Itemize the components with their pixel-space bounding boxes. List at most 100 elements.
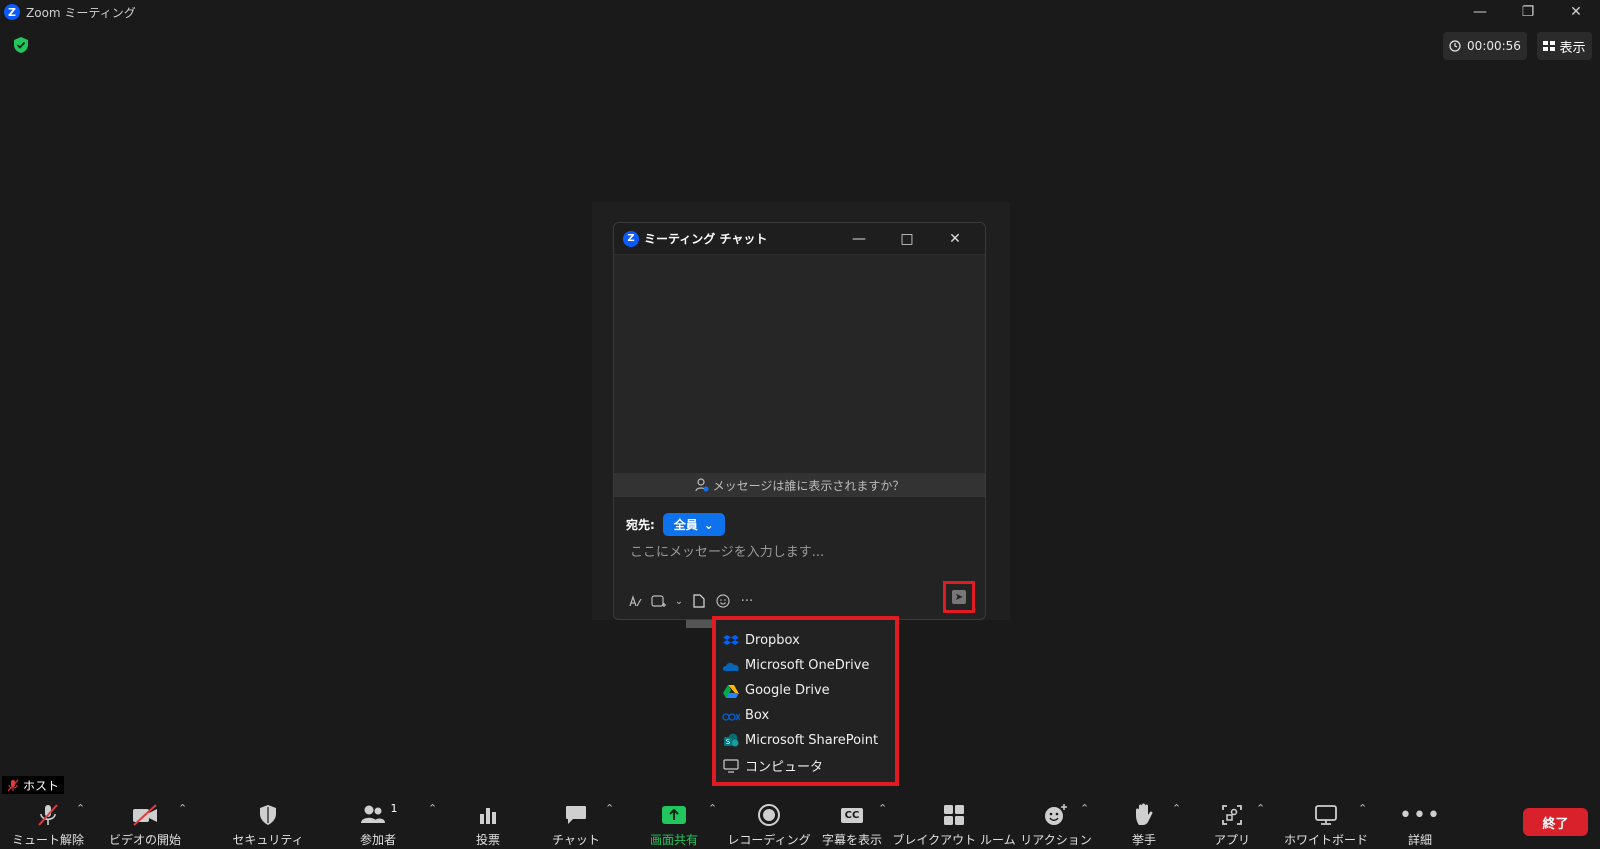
chat-close-button[interactable]: ✕ [931,223,979,255]
file-menu-item-box[interactable]: Box [722,703,889,728]
recipient-dropdown[interactable]: 全員 ⌄ [662,513,725,536]
end-meeting-button[interactable]: 終了 [1523,808,1588,836]
unmute-label: ミュート解除 [11,833,84,847]
apps-label: アプリ [1213,833,1250,847]
share-screen-button[interactable]: 画面共有 [640,796,708,849]
share-screen-icon [661,802,687,828]
send-icon: ➤ [952,590,966,604]
screenshot-icon[interactable] [650,592,668,610]
raise-hand-label: 挙手 [1131,833,1156,847]
zoom-logo-icon: Z [623,230,639,247]
meeting-toolbar: ミュート解除 ⌃ ビデオの開始 ⌃ セキュリティ 1 参加者 ⌃ 投票 チャット… [0,796,1600,849]
svg-text:S: S [726,738,731,746]
breakout-rooms-button[interactable]: ブレイクアウト ルーム [892,796,1016,849]
whiteboard-icon [1314,802,1338,828]
clock-icon [1449,40,1461,52]
encryption-shield-icon[interactable] [12,36,30,54]
participants-options-chevron-icon[interactable]: ⌃ [428,802,437,815]
file-menu-item-google-drive[interactable]: Google Drive [722,678,889,703]
closed-caption-icon: CC [840,802,864,828]
chat-window-controls: — □ ✕ [835,223,979,255]
breakout-grid-icon [943,802,965,828]
breakout-rooms-label: ブレイクアウト ルーム [892,833,1016,847]
recipient-value: 全員 [673,518,698,532]
view-button[interactable]: 表示 [1537,32,1592,60]
record-icon [757,802,781,828]
captions-label: 字幕を表示 [821,833,882,847]
compose-area: 宛先: 全員 ⌄ ⌄ ··· ➤ [614,497,985,619]
hand-icon [1134,802,1154,828]
chat-minimize-button[interactable]: — [835,223,883,255]
whiteboard-label: ホワイトボード [1283,833,1368,847]
reactions-label: リアクション [1020,833,1092,847]
whiteboard-button[interactable]: ホワイトボード [1282,796,1370,849]
compose-tools: ⌄ ··· [626,592,756,610]
record-label: レコーディング [727,833,811,847]
sharepoint-icon: S [722,733,740,748]
participants-button[interactable]: 1 参加者 [344,796,412,849]
record-button[interactable]: レコーディング [727,796,811,849]
file-menu-item-label: Google Drive [745,683,830,698]
recipient-label: 宛先: [626,518,655,532]
more-button[interactable]: ••• 詳細 [1392,796,1448,849]
audio-options-chevron-icon[interactable]: ⌃ [76,802,85,815]
participants-icon: 1 [359,802,398,828]
muted-mic-icon [7,779,19,791]
file-menu-item-computer[interactable]: コンピュータ [722,753,889,778]
security-button[interactable]: セキュリティ [232,796,304,849]
recipient-row: 宛先: 全員 ⌄ [626,513,973,536]
video-options-chevron-icon[interactable]: ⌃ [178,802,187,815]
captions-options-chevron-icon[interactable]: ⌃ [878,802,887,815]
box-icon [722,709,740,723]
cc-text: CC [840,807,864,823]
minimize-button[interactable]: — [1456,0,1504,24]
whiteboard-options-chevron-icon[interactable]: ⌃ [1358,802,1367,815]
security-label: セキュリティ [232,833,304,847]
more-label: 詳細 [1407,833,1432,847]
reactions-options-chevron-icon[interactable]: ⌃ [1080,802,1089,815]
title-bar: Z Zoom ミーティング — ❐ ✕ [0,0,1600,24]
send-button[interactable]: ➤ [943,581,975,613]
meeting-timer[interactable]: 00:00:56 [1443,32,1527,60]
grid-view-icon [1543,41,1556,51]
start-video-button[interactable]: ビデオの開始 [104,796,186,849]
file-menu-item-label: コンピュータ [745,760,824,775]
file-menu-item-sharepoint[interactable]: S Microsoft SharePoint [722,728,889,753]
chat-label: チャット [552,833,600,847]
dropbox-icon [722,634,740,648]
zoom-logo-icon: Z [4,4,20,20]
file-icon[interactable] [690,592,708,610]
more-options-icon[interactable]: ··· [738,592,756,610]
chat-maximize-button[interactable]: □ [883,223,931,255]
emoji-icon[interactable] [714,592,732,610]
chat-button[interactable]: チャット [548,796,604,849]
apps-options-chevron-icon[interactable]: ⌃ [1256,802,1265,815]
file-menu-item-label: Microsoft SharePoint [745,733,879,748]
close-button[interactable]: ✕ [1552,0,1600,24]
video-off-icon [131,802,159,828]
chat-options-chevron-icon[interactable]: ⌃ [605,802,614,815]
window-title: Zoom ミーティング [26,5,136,20]
emoji-plus-icon [1043,802,1069,828]
raise-hand-button[interactable]: 挙手 [1116,796,1172,849]
polls-button[interactable]: 投票 [460,796,516,849]
participants-count: 1 [390,802,398,815]
format-icon[interactable] [626,592,644,610]
file-menu-item-onedrive[interactable]: Microsoft OneDrive [722,653,889,678]
message-input[interactable] [630,545,960,560]
unmute-button[interactable]: ミュート解除 [10,796,86,849]
file-menu-item-dropbox[interactable]: Dropbox [722,628,889,653]
apps-button[interactable]: アプリ [1206,796,1258,849]
share-options-chevron-icon[interactable]: ⌃ [708,802,717,815]
muted-mic-icon [36,802,60,828]
window-controls: — ❐ ✕ [1456,0,1600,24]
onedrive-icon [722,659,740,673]
reactions-button[interactable]: リアクション [1020,796,1092,849]
chat-bubble-icon [564,802,588,828]
raise-hand-options-chevron-icon[interactable]: ⌃ [1172,802,1181,815]
visibility-info[interactable]: メッセージは誰に表示されますか？ [614,473,985,497]
screenshot-chevron-icon[interactable]: ⌄ [674,592,684,610]
start-video-label: ビデオの開始 [108,833,181,847]
restore-button[interactable]: ❐ [1504,0,1552,24]
bar-chart-icon [478,802,498,828]
